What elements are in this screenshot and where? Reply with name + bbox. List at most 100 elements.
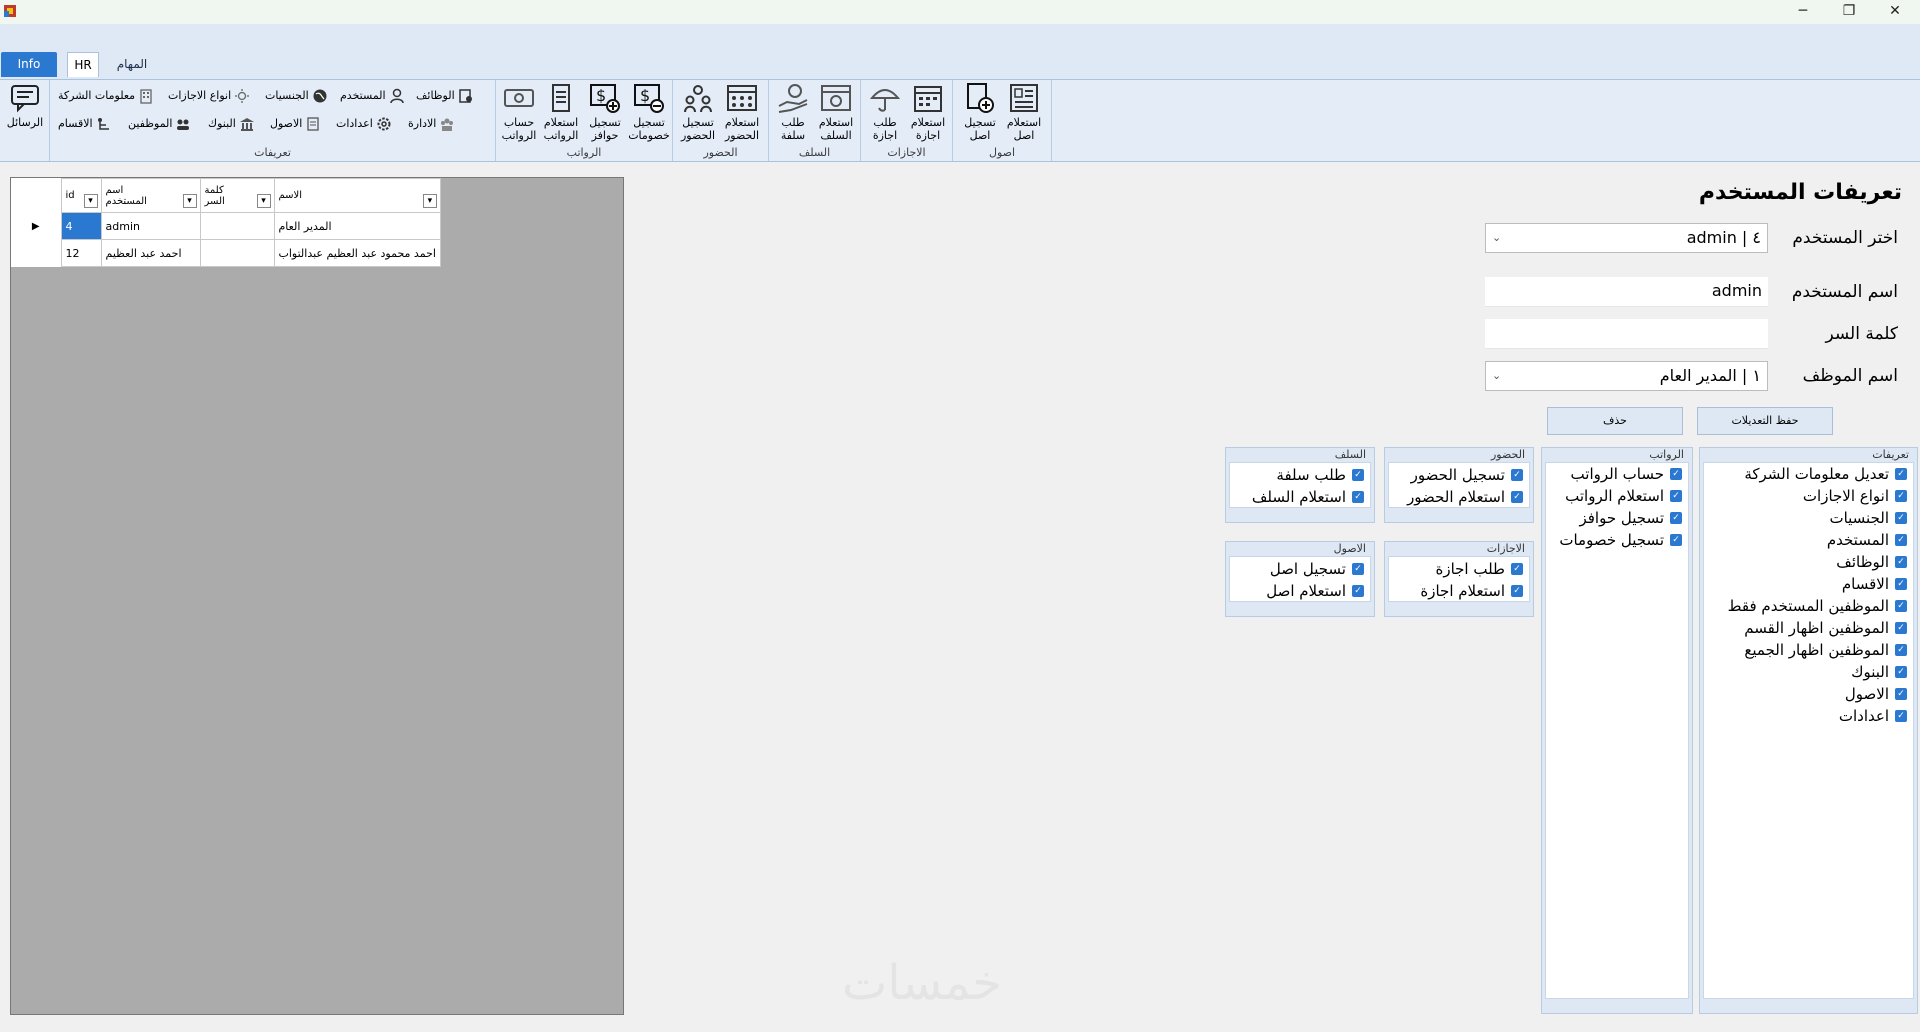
row-header-corner [11, 178, 61, 213]
cell-username[interactable]: admin [100, 212, 201, 240]
checkbox-checked-icon: ✓ [1352, 469, 1364, 481]
col-header-password[interactable]: كلمة السر ▾ [199, 178, 275, 213]
checkbox-query-asset[interactable]: ✓ استعلام اصل [1266, 580, 1364, 602]
table-row[interactable]: 12 احمد عبد العظيم احمد محمود عبد العظيم… [11, 239, 441, 267]
checkbox-employees-show-department[interactable]: ✓ الموظفين اظهار القسم [1744, 617, 1907, 639]
query-attendance-label: استعلام الحضور [724, 116, 760, 142]
ribbon-company-info-button[interactable]: معلومات الشركة [58, 85, 154, 107]
checkbox-employees-show-all[interactable]: ✓ الموظفين اظهار الجميع [1744, 639, 1907, 661]
checkbox-label: الاصول [1844, 685, 1889, 703]
checkbox-label: استعلام اصل [1266, 582, 1346, 600]
checkbox-request-vacation[interactable]: ✓ طلب اجازة [1435, 558, 1523, 580]
request-vacation-button[interactable]: طلب اجازة [864, 82, 906, 144]
cell-id[interactable]: 4 [60, 212, 102, 240]
register-attendance-button[interactable]: تسجيل الحضور [677, 82, 719, 144]
query-vacation-button[interactable]: استعلام اجازة [907, 82, 949, 144]
select-user-label: اختر المستخدم [1792, 228, 1898, 248]
checkbox-register-incentives[interactable]: ✓ تسجيل حوافز [1579, 507, 1682, 529]
checkbox-query-attendance[interactable]: ✓ استعلام الحضور [1407, 486, 1523, 508]
checkbox-query-advances[interactable]: ✓ استعلام السلف [1252, 486, 1364, 508]
select-user-combobox[interactable]: ٤ | admin ⌄ [1485, 223, 1768, 253]
ribbon-user-button[interactable]: المستخدم [340, 85, 405, 107]
register-asset-button[interactable]: تسجيل اصل [959, 82, 1001, 144]
cell-name[interactable]: المدير العام [273, 212, 441, 240]
query-attendance-button[interactable]: استعلام الحضور [721, 82, 763, 144]
ribbon-group-salaries: حساب الرواتب استعلام الرواتب $ تسجيل حواف… [496, 80, 673, 161]
checkbox-request-advance[interactable]: ✓ طلب سلفة [1276, 464, 1364, 486]
save-changes-button[interactable]: حفظ التعديلات [1697, 407, 1833, 435]
register-deductions-button[interactable]: $ تسجيل خصومات [628, 82, 670, 144]
query-salaries-button[interactable]: استعلام الرواتب [540, 82, 582, 144]
col-header-id[interactable]: id ▾ [60, 178, 102, 213]
document-plus-icon [967, 83, 994, 113]
close-button[interactable]: ✕ [1872, 0, 1918, 22]
users-grid[interactable]: id ▾ اسم المستخدم ▾ كلمة السر ▾ الاسم ▾ ▶ 4 … [11, 178, 441, 267]
calculate-salaries-button[interactable]: حساب الرواتب [498, 82, 540, 144]
messages-button[interactable]: الرسائل [4, 82, 46, 144]
checkbox-user[interactable]: ✓ المستخدم [1827, 529, 1907, 551]
table-row[interactable]: ▶ 4 admin المدير العام [11, 212, 441, 240]
checkbox-employees-user-only[interactable]: ✓ الموظفين المستخدم فقط [1728, 595, 1907, 617]
delete-button[interactable]: حذف [1547, 407, 1683, 435]
ribbon-nationalities-button[interactable]: الجنسيات [265, 85, 328, 107]
request-advance-button[interactable]: طلب سلفة [772, 82, 814, 144]
ribbon-assets-button[interactable]: الاصول [270, 113, 321, 135]
employee-combobox[interactable]: ١ | المدير العام ⌄ [1485, 361, 1768, 391]
query-asset-button[interactable]: استعلام اصل [1003, 82, 1045, 144]
checkbox-label: تسجيل الحضور [1410, 466, 1505, 484]
tab-info[interactable]: Info [1, 52, 57, 77]
checkbox-vacation-types[interactable]: ✓ انواع الاجازات [1803, 485, 1907, 507]
restore-button[interactable]: ❐ [1826, 0, 1872, 22]
checkbox-departments[interactable]: ✓ الاقسام [1842, 573, 1907, 595]
ribbon-departments-button[interactable]: الاقسام [58, 113, 112, 135]
tab-tasks[interactable]: المهام [110, 52, 154, 77]
cell-username[interactable]: احمد عبد العظيم [100, 239, 201, 267]
checkbox-checked-icon: ✓ [1670, 468, 1682, 480]
checkbox-label: استعلام الحضور [1407, 488, 1505, 506]
ribbon-employees-button[interactable]: الموظفين [128, 113, 191, 135]
vacations-group-label: الاجازات [887, 146, 926, 159]
ribbon-administration-button[interactable]: الادارة [408, 113, 455, 135]
checkbox-query-salaries[interactable]: ✓ استعلام الرواتب [1565, 485, 1682, 507]
query-advances-button[interactable]: استعلام السلف [815, 82, 857, 144]
checkbox-banks[interactable]: ✓ البنوك [1851, 661, 1907, 683]
minimize-button[interactable]: ─ [1780, 0, 1826, 22]
ribbon-group-messages: الرسائل [0, 80, 50, 161]
ribbon-jobs-button[interactable]: الوظائف [416, 85, 474, 107]
permissions-salaries-box: الرواتب ✓ حساب الرواتب ✓ استعلام الرواتب ✓… [1541, 447, 1693, 1014]
ribbon-group-advances: طلب سلفة استعلام السلف السلف [769, 80, 861, 161]
filter-dropdown-icon[interactable]: ▾ [182, 194, 197, 208]
ribbon-banks-button[interactable]: البنوك [208, 113, 255, 135]
calendar-group-icon [727, 85, 757, 111]
cell-password[interactable] [199, 239, 275, 267]
filter-dropdown-icon[interactable]: ▾ [422, 194, 437, 208]
checkbox-label: الوظائف [1836, 553, 1889, 571]
people-icon [439, 116, 455, 132]
sun-gear-icon [234, 88, 250, 104]
checkbox-query-vacation[interactable]: ✓ استعلام اجازة [1420, 580, 1523, 602]
ribbon-vacation-types-button[interactable]: انواع الاجازات [168, 85, 250, 107]
checkbox-register-deductions[interactable]: ✓ تسجيل خصومات [1559, 529, 1682, 551]
cell-name[interactable]: احمد محمود عبد العظيم عبدالتواب [273, 239, 441, 267]
checkbox-settings[interactable]: ✓ اعدادات [1839, 705, 1907, 727]
tab-hr[interactable]: HR [67, 52, 99, 77]
checkbox-assets[interactable]: ✓ الاصول [1845, 683, 1907, 705]
checkbox-calculate-salaries[interactable]: ✓ حساب الرواتب [1571, 463, 1682, 485]
checkbox-company-info[interactable]: ✓ تعديل معلومات الشركة [1744, 463, 1907, 485]
username-input[interactable]: admin [1485, 277, 1768, 307]
col-header-name[interactable]: الاسم ▾ [273, 178, 441, 213]
filter-dropdown-icon[interactable]: ▾ [83, 194, 98, 208]
attendance-group-label: الحضور [703, 146, 738, 159]
checkbox-register-asset[interactable]: ✓ تسجيل اصل [1270, 558, 1364, 580]
filter-dropdown-icon[interactable]: ▾ [256, 194, 271, 208]
col-header-username[interactable]: اسم المستخدم ▾ [100, 178, 201, 213]
checkbox-jobs[interactable]: ✓ الوظائف [1836, 551, 1907, 573]
checkbox-nationalities[interactable]: ✓ الجنسيات [1829, 507, 1907, 529]
cell-id[interactable]: 12 [60, 239, 102, 267]
checkbox-register-attendance[interactable]: ✓ تسجيل الحضور [1411, 464, 1523, 486]
ribbon-settings-button[interactable]: اعدادات [336, 113, 392, 135]
cell-password[interactable] [199, 212, 275, 240]
register-incentives-button[interactable]: $ تسجيل حوافز [584, 82, 626, 144]
col-id-label: id [65, 190, 75, 201]
password-input[interactable] [1485, 319, 1768, 349]
